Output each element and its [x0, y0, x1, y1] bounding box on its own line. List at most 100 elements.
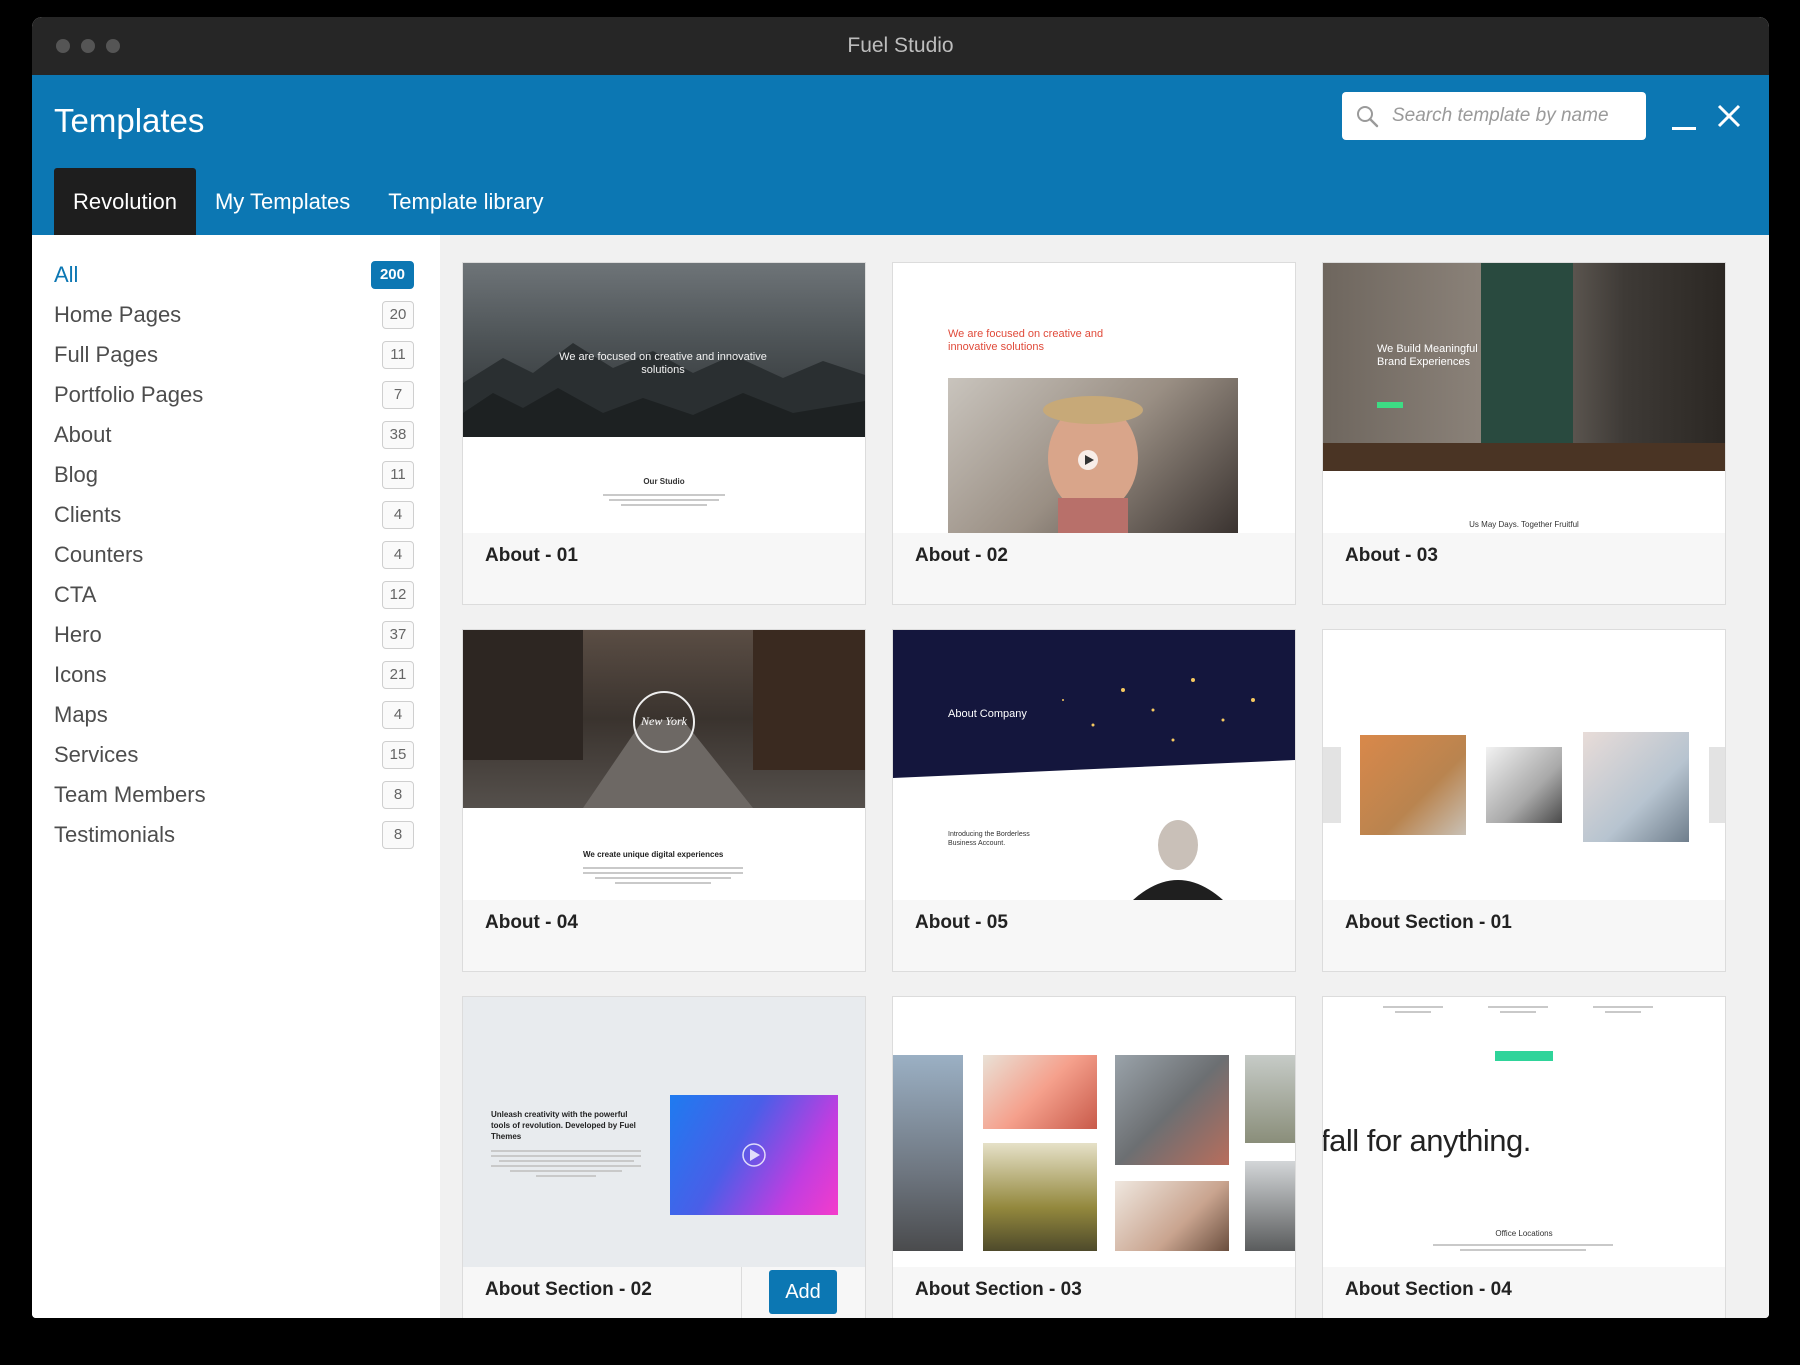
category-label: Blog: [54, 462, 99, 487]
category-label: Home Pages: [54, 302, 182, 327]
headphones-man-image: [1115, 1181, 1229, 1251]
team-meeting-image: [1583, 732, 1689, 842]
category-label: Icons: [54, 662, 107, 687]
category-team-members[interactable]: Team Members 8: [54, 775, 414, 815]
template-thumbnail: [893, 997, 1295, 1267]
count-badge: 200: [370, 261, 414, 289]
count-badge: 11: [382, 461, 414, 489]
category-clients[interactable]: Clients 4: [54, 495, 414, 535]
category-services[interactable]: Services 15: [54, 735, 414, 775]
template-card[interactable]: About Section - 01: [1322, 629, 1726, 972]
carousel-edge-image: [1709, 747, 1725, 823]
template-thumbnail: fall for anything. Office Locations: [1323, 997, 1725, 1267]
count-badge: 38: [382, 421, 414, 449]
add-button[interactable]: Add: [769, 1270, 837, 1314]
thumbnail-subheading: Us May Days. Together Fruitful: [1469, 520, 1579, 529]
template-name: About Section - 04: [1345, 1279, 1512, 1300]
window-title: Fuel Studio: [847, 34, 954, 57]
minimize-icon[interactable]: [1672, 127, 1696, 130]
count-badge: 15: [382, 741, 414, 769]
template-card[interactable]: About Section - 03: [892, 996, 1296, 1318]
template-card[interactable]: Unleash creativity with the powerful too…: [462, 996, 866, 1318]
close-icon[interactable]: [1715, 102, 1743, 130]
office-column-lines: [1593, 1003, 1653, 1016]
carousel-edge-image: [1323, 747, 1341, 823]
category-counters[interactable]: Counters 4: [54, 535, 414, 575]
laughing-kid-image: [983, 1055, 1097, 1129]
thumbnail-subheading: Our Studio: [643, 477, 685, 486]
city-street-image: New York: [463, 630, 865, 808]
template-grid: We are focused on creative and innovativ…: [440, 235, 1769, 1318]
category-label: Full Pages: [54, 342, 158, 367]
template-thumbnail: We are focused on creative and innovativ…: [463, 263, 865, 533]
category-label: Maps: [54, 702, 108, 727]
bridge-street-image: [893, 1055, 963, 1251]
templates-header: Templates Revolution My Templates Templa…: [32, 75, 1769, 235]
template-card[interactable]: We Build Meaningful Brand Experiences Us…: [1322, 262, 1726, 605]
tab-my-templates[interactable]: My Templates: [196, 168, 369, 235]
thumbnail-hero-image: We are focused on creative and innovativ…: [463, 263, 865, 437]
thumbnail-text-lines: [1433, 1241, 1613, 1254]
count-badge: 12: [382, 581, 414, 609]
category-label: Hero: [54, 622, 102, 647]
tab-revolution[interactable]: Revolution: [54, 168, 196, 235]
new-york-badge-text: New York: [641, 714, 687, 728]
category-hero[interactable]: Hero 37: [54, 615, 414, 655]
category-testimonials[interactable]: Testimonials 8: [54, 815, 414, 855]
template-thumbnail: We Build Meaningful Brand Experiences Us…: [1323, 263, 1725, 533]
office-column-lines: [1383, 1003, 1443, 1016]
search-input[interactable]: [1390, 92, 1634, 140]
category-full-pages[interactable]: Full Pages 11: [54, 335, 414, 375]
template-thumbnail: Unleash creativity with the powerful too…: [463, 997, 865, 1267]
thumbnail-subheading: Introducing the Borderless Business Acco…: [948, 831, 1030, 847]
search-icon: [1357, 106, 1379, 128]
portrait-image: [948, 378, 1238, 533]
thumbnail-headline: fall for anything.: [1323, 1123, 1531, 1158]
tab-template-library[interactable]: Template library: [369, 168, 562, 235]
category-label: Testimonials: [54, 822, 176, 847]
category-icons[interactable]: Icons 21: [54, 655, 414, 695]
thumbnail-headline: We Build Meaningful Brand Experiences: [1377, 343, 1478, 368]
landscape-image: [1245, 1055, 1295, 1143]
template-card[interactable]: We are focused on creative and innovativ…: [892, 262, 1296, 605]
count-badge: 37: [382, 621, 414, 649]
man-with-hat-image: [1043, 396, 1143, 533]
category-blog[interactable]: Blog 11: [54, 455, 414, 495]
template-card[interactable]: We are focused on creative and innovativ…: [462, 262, 866, 605]
category-all[interactable]: All 200: [54, 255, 414, 295]
category-about[interactable]: About 38: [54, 415, 414, 455]
businessman-portrait-image: [1133, 820, 1223, 900]
gradient-portrait-image: [670, 1095, 838, 1215]
thumbnail-subheading: We create unique digital experiences: [583, 850, 724, 859]
count-badge: 7: [382, 381, 414, 409]
count-badge: 8: [382, 821, 414, 849]
category-cta[interactable]: CTA 12: [54, 575, 414, 615]
category-maps[interactable]: Maps 4: [54, 695, 414, 735]
category-home-pages[interactable]: Home Pages 20: [54, 295, 414, 335]
template-name: About - 03: [1345, 545, 1438, 566]
category-label: All: [54, 262, 79, 287]
rocks-woman-image: [1115, 1055, 1229, 1165]
thumbnail-text-lines: [603, 491, 725, 509]
category-label: Counters: [54, 542, 144, 567]
count-badge: 20: [382, 301, 414, 329]
template-name: About - 05: [915, 912, 1008, 933]
thumbnail-text-lines: [583, 864, 743, 887]
night-earth-image: [893, 630, 1295, 778]
template-name: About - 04: [485, 912, 578, 933]
template-card[interactable]: About Company Introducing the Borderless…: [892, 629, 1296, 972]
category-label: CTA: [54, 582, 97, 607]
office-column-lines: [1488, 1003, 1548, 1016]
template-card[interactable]: fall for anything. Office Locations Abou…: [1322, 996, 1726, 1318]
template-name: About Section - 03: [915, 1279, 1082, 1300]
category-label: Team Members: [54, 782, 206, 807]
page-title: Templates: [54, 102, 205, 139]
desk-chair-image: [1360, 735, 1466, 835]
count-badge: 21: [382, 661, 414, 689]
category-portfolio-pages[interactable]: Portfolio Pages 7: [54, 375, 414, 415]
category-label: Clients: [54, 502, 122, 527]
template-card[interactable]: New York We create unique digital experi…: [462, 629, 866, 972]
count-badge: 4: [382, 541, 414, 569]
template-thumbnail: We are focused on creative and innovativ…: [893, 263, 1295, 533]
search-box[interactable]: [1342, 92, 1646, 140]
